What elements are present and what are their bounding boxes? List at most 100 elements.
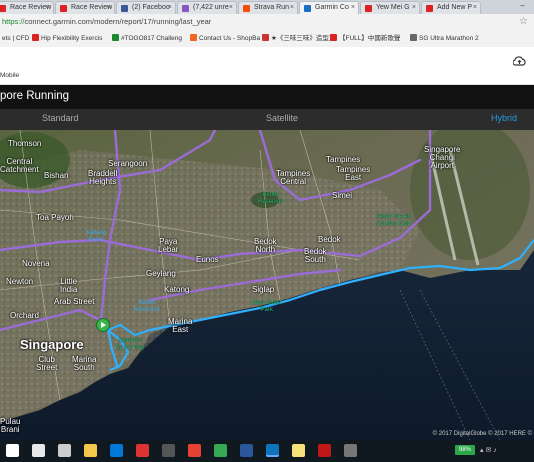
map-label-club-street: Club Street [36,355,58,372]
browser-tab[interactable]: (7,422 unre × [177,1,237,14]
map-label-geylang: Geylang [146,269,176,278]
map-label-katong: Katong [164,285,190,294]
map-label-singapore-changi: Singapore Changi Airport [424,145,461,170]
mcafee-icon[interactable] [318,444,331,457]
upload-icon[interactable] [512,56,526,70]
map-label-tampines-central: Tampines Central [276,169,311,186]
bookmark-favicon-icon [190,34,197,41]
map-label-tampines-east: Tampines East [336,165,371,182]
garmin-header: Mobile [0,47,534,85]
url-secure-part: https:// [2,17,25,26]
tab-label: (7,422 unre [193,4,229,11]
map-label-toa-payoh: Toa Payoh [36,213,74,222]
map-label-simei: Simei [332,191,353,200]
store-icon[interactable] [110,444,123,457]
bookmark-label: SG Ultra Marathon 2 [419,35,479,42]
bookmark-favicon-icon [32,34,39,41]
map-park-label-bedok-reservoir: Bedok Reservoir [258,192,284,205]
bookmark-item[interactable]: Hip Flexibility Exercis [32,34,102,44]
explorer-icon[interactable] [84,444,97,457]
map-label-serangoon: Serangoon [108,159,148,168]
browser-tab[interactable]: Race Review × [0,1,54,14]
bookmark-favicon-icon [330,34,337,41]
map-label-bedok-north: Bedok North [254,237,277,254]
map-label-braddell: Braddell Heights [88,169,118,186]
map-label-tampines: Tampines [326,155,361,164]
bookmark-item[interactable]: #TOGO817 Challeng [112,34,182,44]
calculator-icon[interactable] [162,444,175,457]
tab-favicon-icon [121,5,128,12]
tab-close-icon[interactable]: × [473,2,477,14]
bookmark-label: #TOGO817 Challeng [121,35,182,42]
tab-label: Add New P [437,4,473,11]
map-copyright: © 2017 DigitalGlobe © 2017 HERE © [432,431,532,437]
map-label-little-india: Little India [60,277,78,294]
start-icon[interactable] [6,444,19,457]
tab-close-icon[interactable]: × [412,2,416,14]
map-label-paya-lebar: Paya Lebar [158,237,179,254]
search-icon[interactable] [32,444,45,457]
taskbar: 98% ▴ ✉ ♪ [0,440,534,462]
map-water-label-kallang: Kallang Basin [86,230,107,243]
browser-tab[interactable]: (2) Faceboo × [116,1,176,14]
map-park-label-gardens: Gardens by the Bay [116,338,145,351]
bookmark-item[interactable]: Contact Us - ShopBa [190,34,260,44]
browser-tab[interactable]: Race Review × [55,1,115,14]
map-type-satellite[interactable]: Satellite [266,113,298,123]
tab-close-icon[interactable]: × [351,2,355,14]
tab-favicon-icon [365,5,372,12]
tab-close-icon[interactable]: × [107,2,111,14]
tray-icons[interactable]: ▴ ✉ ♪ [480,446,497,454]
bookmark-item[interactable]: ets | CFD [2,34,29,44]
media-icon[interactable] [136,444,149,457]
bookmark-label: Contact Us - ShopBa [199,35,261,42]
map-water-label-reservoir: Bedok Reservoir [134,300,160,313]
map-type-hybrid[interactable]: Hybrid [491,113,517,123]
tab-close-icon[interactable]: × [168,2,172,14]
settings-icon[interactable] [344,444,357,457]
tab-close-icon[interactable]: × [290,2,294,14]
map-type-standard[interactable]: Standard [42,113,79,123]
map-park-label-east-coast: East Coast Park [252,300,282,313]
report-title-bar: pore Running [0,85,534,109]
tab-close-icon[interactable]: × [229,2,233,14]
bookmark-item[interactable]: 【FULL】中國新歌聲 [330,34,400,44]
route-start-marker[interactable] [96,318,110,332]
tab-favicon-icon [426,5,433,12]
map-type-bar: Standard Satellite Hybrid [0,109,534,130]
hybrid-map[interactable]: Thomson Serangoon Braddell Heights Tampines… [0,130,534,440]
chrome-alt-icon[interactable] [188,444,201,457]
address-bar[interactable]: https://connect.garmin.com/modern/report… [0,14,534,32]
map-label-newton: Newton [6,277,34,286]
tab-favicon-icon [304,5,311,12]
tab-strip: Race Review × Race Review × (2) Faceboo × (7,4… [0,0,534,14]
url-path: connect.garmin.com/modern/report/17/runn… [24,17,212,26]
task-view-icon[interactable] [58,444,71,457]
minimize-icon[interactable]: – [519,2,526,10]
map-label-marina-south: Marina South [72,355,97,372]
tab-favicon-icon [60,5,67,12]
mobile-link[interactable]: Mobile [0,72,19,79]
browser-tab[interactable]: Garmin Co × [299,1,359,14]
browser-tab[interactable]: Yew Mei G × [360,1,420,14]
page-title: pore Running [0,90,70,102]
chrome-icon[interactable] [214,444,227,457]
notes-icon[interactable] [292,444,305,457]
browser-tab[interactable]: Add New P × [421,1,481,14]
bookmark-favicon-icon [262,34,269,41]
url-field[interactable]: https://connect.garmin.com/modern/report… [2,16,211,28]
tab-close-icon[interactable]: × [46,2,50,14]
map-label-arab-street: Arab Street [54,297,95,306]
map-label-orchard: Orchard [10,311,39,320]
bookmark-label: ★《三味三味》造型正 [271,35,336,42]
garmin-express-icon[interactable] [266,444,279,457]
word-icon[interactable] [240,444,253,457]
bookmark-label: 【FULL】中國新歌聲 [339,35,401,42]
bookmark-item[interactable]: SG Ultra Marathon 2 [410,34,479,44]
battery-indicator[interactable]: 98% [455,445,475,455]
map-label-novena: Novena [22,259,50,268]
bookmark-star-icon[interactable]: ☆ [519,16,528,27]
browser-tab[interactable]: Strava Run × [238,1,298,14]
map-label-thomson: Thomson [8,139,42,148]
bookmark-item[interactable]: ★《三味三味》造型正 [262,34,335,44]
